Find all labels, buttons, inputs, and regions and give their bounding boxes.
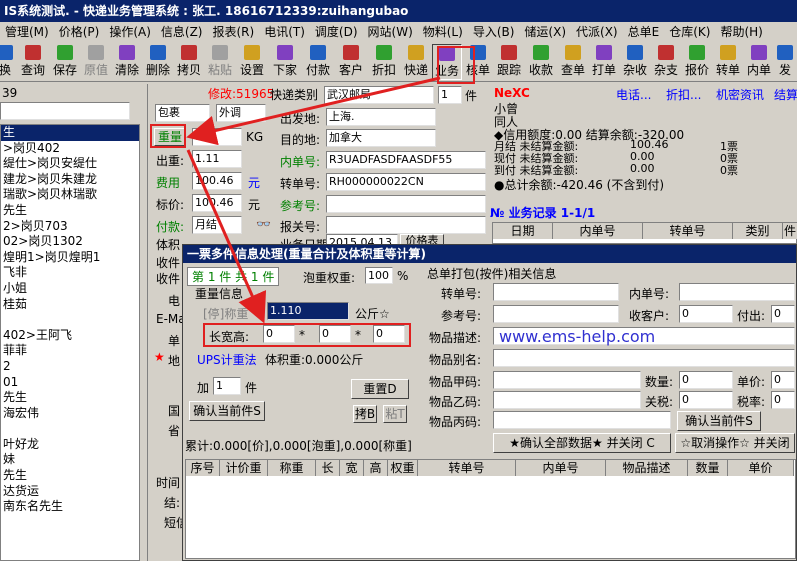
arrow-business-to-weight — [186, 76, 441, 146]
arrow-weight-to-dims — [186, 149, 267, 324]
annotation-arrows — [186, 76, 441, 324]
